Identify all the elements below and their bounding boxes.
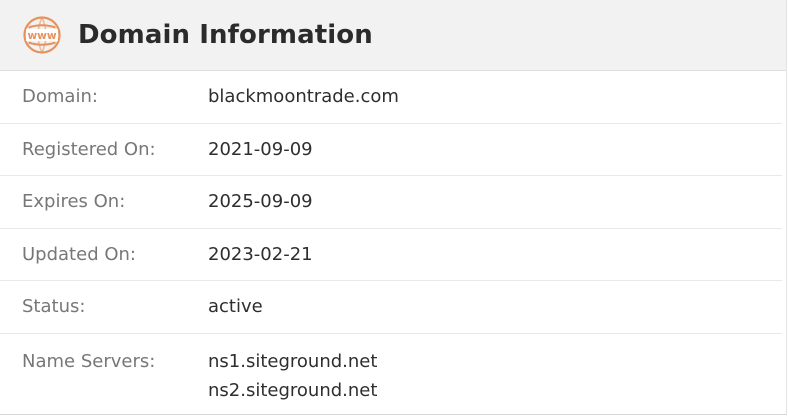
- field-label: Registered On:: [22, 138, 156, 160]
- name-server-item: ns1.siteground.net: [208, 350, 378, 372]
- page-title: Domain Information: [78, 20, 373, 50]
- domain-value: blackmoontrade.com: [208, 86, 399, 108]
- card-header: www Domain Information: [0, 0, 786, 71]
- expires-on-row: Expires On: 2025-09-09: [0, 176, 782, 229]
- domain-details: Domain: blackmoontrade.com Registered On…: [0, 71, 786, 405]
- www-globe-icon: www: [22, 15, 62, 55]
- name-server-item: ns2.siteground.net: [208, 379, 378, 401]
- updated-on-value: 2023-02-21: [208, 243, 313, 265]
- domain-info-card: www Domain Information Domain: blackmoon…: [0, 0, 787, 415]
- status-value: active: [208, 296, 263, 318]
- name-servers-list: ns1.siteground.net ns2.siteground.net: [208, 347, 377, 405]
- status-row: Status: active: [0, 281, 782, 334]
- expires-on-value: 2025-09-09: [208, 191, 313, 213]
- field-label: Expires On:: [22, 191, 126, 213]
- field-label: Status:: [22, 296, 86, 318]
- registered-on-value: 2021-09-09: [208, 138, 313, 160]
- field-label: Domain:: [22, 86, 98, 108]
- updated-on-row: Updated On: 2023-02-21: [0, 229, 782, 281]
- svg-text:www: www: [27, 30, 56, 42]
- field-label: Name Servers:: [22, 350, 156, 372]
- registered-on-row: Registered On: 2021-09-09: [0, 124, 782, 176]
- name-servers-row: Name Servers: ns1.siteground.net ns2.sit…: [0, 334, 782, 405]
- field-label: Updated On:: [22, 243, 136, 265]
- domain-row: Domain: blackmoontrade.com: [0, 71, 782, 124]
